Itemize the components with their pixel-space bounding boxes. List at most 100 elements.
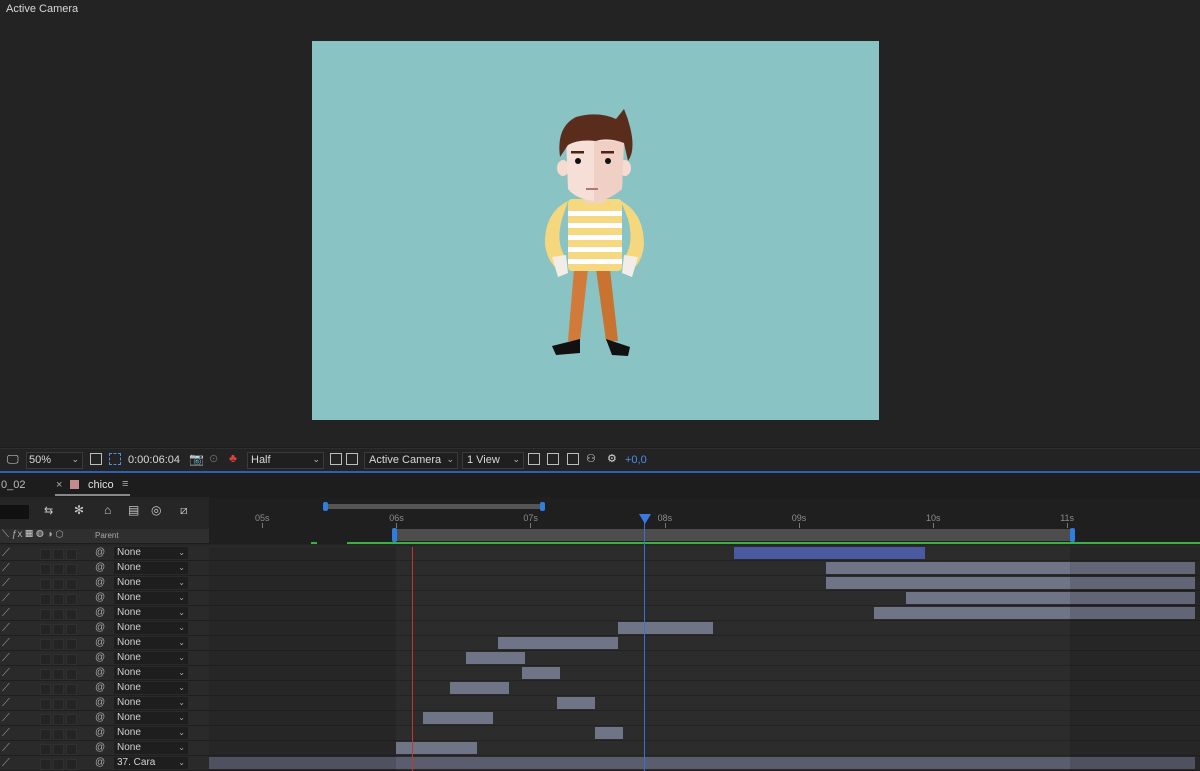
layer-duration-bar[interactable] (465, 652, 526, 664)
pickwhip-icon[interactable]: @ (95, 697, 105, 708)
layer-row[interactable]: ⟋ @37. Cara ⌄ (0, 756, 1200, 771)
layer-duration-bar[interactable] (396, 742, 477, 754)
quality-switch-icon[interactable]: ⟋ (2, 682, 10, 695)
switch-cell[interactable] (53, 759, 64, 770)
quality-switch-icon[interactable]: ⟋ (2, 547, 10, 560)
switch-cell[interactable] (40, 669, 51, 680)
pickwhip-icon[interactable]: @ (95, 607, 105, 618)
parent-dropdown[interactable]: None ⌄ (114, 592, 188, 604)
layer-track[interactable] (209, 636, 1200, 651)
pickwhip-icon[interactable]: @ (95, 622, 105, 633)
parent-dropdown[interactable]: None ⌄ (114, 562, 188, 574)
pickwhip-icon[interactable]: @ (95, 682, 105, 693)
transparency-grid-icon[interactable] (346, 453, 358, 465)
switch-cell[interactable] (53, 684, 64, 695)
layer-duration-bar[interactable] (617, 622, 713, 634)
quality-switch-icon[interactable]: ⟋ (2, 712, 10, 725)
switch-cell[interactable] (66, 729, 77, 740)
switch-cell[interactable] (66, 714, 77, 725)
switch-cell[interactable] (53, 594, 64, 605)
switch-cell[interactable] (53, 714, 64, 725)
layer-track[interactable] (209, 756, 1200, 771)
switch-cell[interactable] (53, 624, 64, 635)
switch-cell[interactable] (53, 729, 64, 740)
reset-exposure-icon[interactable]: ⚙ (607, 452, 617, 465)
exposure-value[interactable]: +0,0 (625, 454, 647, 466)
composition-viewer[interactable]: Active Camera (0, 0, 1200, 447)
parent-dropdown[interactable]: None ⌄ (114, 667, 188, 679)
graph-editor-icon[interactable]: ⧄ (180, 503, 188, 518)
layer-track[interactable] (209, 666, 1200, 681)
motion-blur-icon[interactable]: ◎ (151, 503, 161, 517)
switch-cell[interactable] (53, 699, 64, 710)
switch-cell[interactable] (53, 579, 64, 590)
color-channels-icon[interactable]: ♣ (229, 451, 237, 465)
parent-dropdown[interactable]: 37. Cara ⌄ (114, 757, 188, 769)
layer-track[interactable] (209, 561, 1200, 576)
parent-dropdown[interactable]: None ⌄ (114, 607, 188, 619)
show-snapshot-icon[interactable]: ⊙ (209, 452, 218, 465)
parent-dropdown[interactable]: None ⌄ (114, 727, 188, 739)
layer-track[interactable] (209, 741, 1200, 756)
layer-row[interactable]: ⟋ @ None ⌄ (0, 546, 1200, 561)
layer-track[interactable] (209, 591, 1200, 606)
layer-row[interactable]: ⟋ @ None ⌄ (0, 681, 1200, 696)
layer-duration-bar[interactable] (873, 607, 1195, 619)
pickwhip-icon[interactable]: @ (95, 727, 105, 738)
pickwhip-icon[interactable]: @ (95, 652, 105, 663)
quality-switch-icon[interactable]: ⟋ (2, 757, 10, 770)
quality-switch-icon[interactable]: ⟋ (2, 637, 10, 650)
switch-cell[interactable] (66, 624, 77, 635)
layer-row[interactable]: ⟋ @ None ⌄ (0, 711, 1200, 726)
layer-duration-bar[interactable] (825, 562, 1195, 574)
parent-dropdown[interactable]: None ⌄ (114, 712, 188, 724)
layer-track[interactable] (209, 651, 1200, 666)
layer-duration-bar[interactable] (594, 727, 623, 739)
frame-blending-icon[interactable]: ▤ (128, 503, 139, 517)
switch-cell[interactable] (40, 744, 51, 755)
quality-switch-icon[interactable]: ⟋ (2, 697, 10, 710)
layer-duration-bar[interactable] (906, 592, 1195, 604)
pickwhip-icon[interactable]: @ (95, 562, 105, 573)
camera-snapshot-icon[interactable]: 📷 (189, 452, 204, 466)
switch-cell[interactable] (53, 564, 64, 575)
parent-dropdown[interactable]: None ⌄ (114, 547, 188, 559)
parent-dropdown[interactable]: None ⌄ (114, 637, 188, 649)
switch-cell[interactable] (40, 594, 51, 605)
layer-duration-bar[interactable] (498, 637, 618, 649)
switch-cell[interactable] (66, 684, 77, 695)
quality-switch-icon[interactable]: ⟋ (2, 562, 10, 575)
monitor-icon[interactable]: 🖵 (7, 452, 19, 467)
pickwhip-icon[interactable]: @ (95, 757, 105, 768)
switch-cell[interactable] (66, 609, 77, 620)
resolution-dropdown[interactable]: Half ⌄ (247, 452, 324, 469)
parent-dropdown[interactable]: None ⌄ (114, 652, 188, 664)
work-area-start[interactable] (392, 528, 397, 542)
switch-cell[interactable] (40, 624, 51, 635)
layer-duration-bar[interactable] (522, 667, 560, 679)
fast-previews-icon[interactable] (547, 453, 559, 465)
navigator-start-handle[interactable] (323, 502, 328, 511)
switch-cell[interactable] (66, 759, 77, 770)
work-area-end[interactable] (1070, 528, 1075, 542)
layer-row[interactable]: ⟋ @ None ⌄ (0, 621, 1200, 636)
draft-3d-icon[interactable]: ✻ (74, 503, 84, 517)
pickwhip-icon[interactable]: @ (95, 742, 105, 753)
tab-menu-icon[interactable]: ≡ (122, 478, 128, 490)
camera-dropdown[interactable]: Active Camera ⌄ (364, 452, 458, 469)
switch-cell[interactable] (40, 729, 51, 740)
shy-layers-icon[interactable]: ⌂ (104, 503, 111, 517)
parent-dropdown[interactable]: None ⌄ (114, 622, 188, 634)
switch-cell[interactable] (66, 594, 77, 605)
switch-cell[interactable] (66, 669, 77, 680)
quality-switch-icon[interactable]: ⟋ (2, 667, 10, 680)
layer-track[interactable] (209, 546, 1200, 561)
tab-previous-comp[interactable]: 0_02 (1, 479, 25, 491)
quality-switch-icon[interactable]: ⟋ (2, 592, 10, 605)
pickwhip-icon[interactable]: @ (95, 592, 105, 603)
layer-row[interactable]: ⟋ @ None ⌄ (0, 591, 1200, 606)
timecode[interactable]: 0:00:06:04 (128, 454, 180, 466)
tab-chico[interactable]: chico (88, 479, 114, 491)
layer-row[interactable]: ⟋ @ None ⌄ (0, 651, 1200, 666)
layer-track[interactable] (209, 726, 1200, 741)
